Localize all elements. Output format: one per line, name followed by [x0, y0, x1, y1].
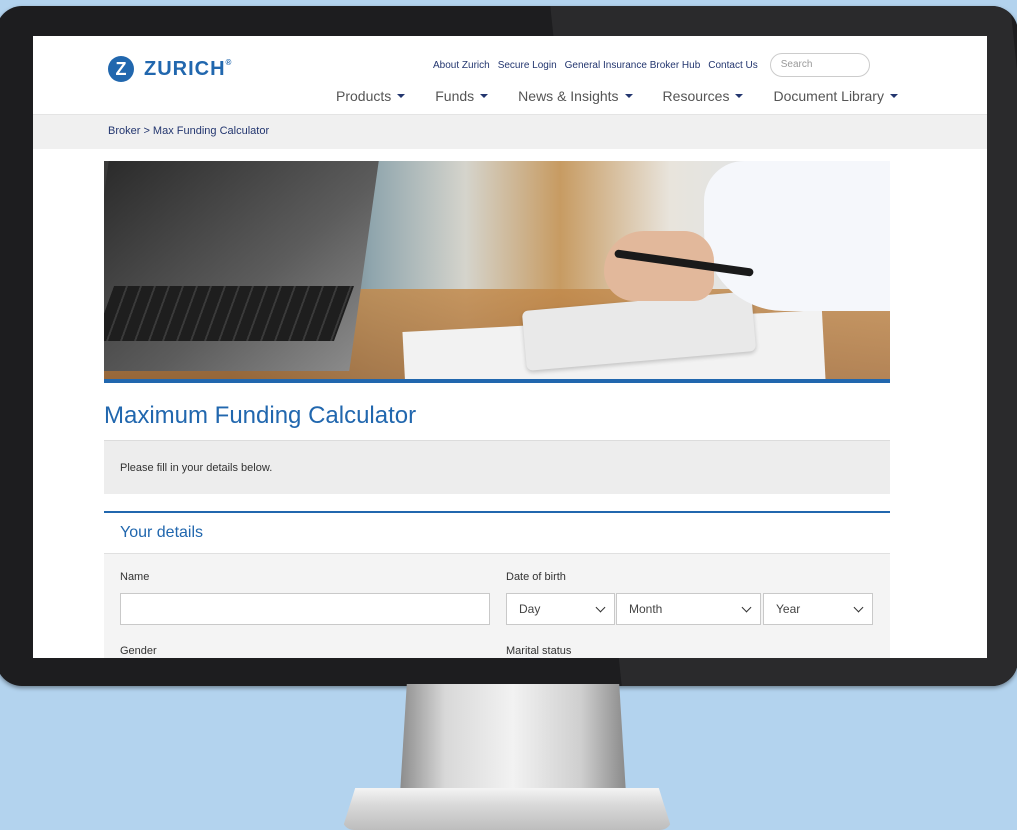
link-about-zurich[interactable]: About Zurich [433, 60, 490, 71]
logo-registered-mark: ® [225, 57, 233, 67]
hero-accent-bar [104, 379, 890, 383]
monitor-screen: Z ZURICH® About Zurich Secure Login Gene… [33, 36, 987, 658]
nav-label: Document Library [773, 88, 884, 104]
site-header: Z ZURICH® About Zurich Secure Login Gene… [33, 36, 987, 115]
chevron-down-icon [595, 602, 606, 612]
chevron-down-icon [741, 602, 752, 612]
nav-funds[interactable]: Funds [435, 88, 489, 104]
caret-down-icon [397, 94, 406, 98]
hero-image [104, 161, 890, 379]
nav-label: Funds [435, 88, 475, 104]
search-input[interactable]: Search [769, 53, 870, 77]
gender-label: Gender [120, 645, 157, 657]
dob-label: Date of birth [506, 571, 566, 583]
caret-down-icon [735, 94, 744, 98]
link-contact-us[interactable]: Contact Us [708, 60, 757, 71]
dob-year-select[interactable]: Year [763, 593, 873, 625]
select-value: Month [629, 602, 663, 616]
link-secure-login[interactable]: Secure Login [498, 60, 557, 71]
select-value: Year [776, 602, 801, 616]
breadcrumb-bar: Broker > Max Funding Calculator [33, 115, 987, 149]
link-broker-hub[interactable]: General Insurance Broker Hub [565, 60, 701, 71]
monitor-stand-neck [400, 684, 626, 794]
details-header: Your details [104, 513, 890, 554]
name-label: Name [120, 571, 150, 583]
nav-label: Resources [662, 88, 730, 104]
monitor-stand-base [342, 788, 672, 830]
zurich-logo[interactable]: Z ZURICH® [108, 56, 232, 82]
dob-day-select[interactable]: Day [506, 593, 615, 625]
nav-resources[interactable]: Resources [663, 88, 744, 104]
hero-sleeve [704, 161, 890, 311]
nav-label: News & Insights [518, 88, 619, 104]
monitor-bezel: Z ZURICH® About Zurich Secure Login Gene… [0, 6, 1017, 686]
your-details-section: Your details Name Date of birth Day Mont… [104, 511, 890, 658]
section-title: Your details [120, 524, 204, 541]
utility-nav: About Zurich Secure Login General Insura… [433, 53, 870, 77]
caret-down-icon [624, 94, 633, 98]
zurich-logo-icon: Z [108, 56, 134, 82]
intro-box: Please fill in your details below. [104, 440, 890, 494]
name-input[interactable] [120, 593, 490, 625]
logo-wordmark: ZURICH [144, 57, 226, 80]
marital-status-label: Marital status [506, 645, 572, 657]
page-title: Maximum Funding Calculator [104, 402, 417, 429]
nav-products[interactable]: Products [336, 88, 406, 104]
zurich-logo-text: ZURICH® [144, 58, 232, 81]
caret-down-icon [480, 94, 489, 98]
intro-text: Please fill in your details below. [120, 462, 273, 474]
hero-keyboard [104, 286, 355, 341]
select-value: Day [519, 602, 541, 616]
chevron-down-icon [853, 602, 864, 612]
nav-document-library[interactable]: Document Library [773, 88, 898, 104]
caret-down-icon [889, 94, 898, 98]
dob-month-select[interactable]: Month [616, 593, 761, 625]
nav-news-insights[interactable]: News & Insights [518, 88, 633, 104]
main-nav: Products Funds News & Insights Resources… [336, 88, 898, 104]
nav-label: Products [336, 88, 392, 104]
breadcrumb[interactable]: Broker > Max Funding Calculator [108, 125, 269, 137]
